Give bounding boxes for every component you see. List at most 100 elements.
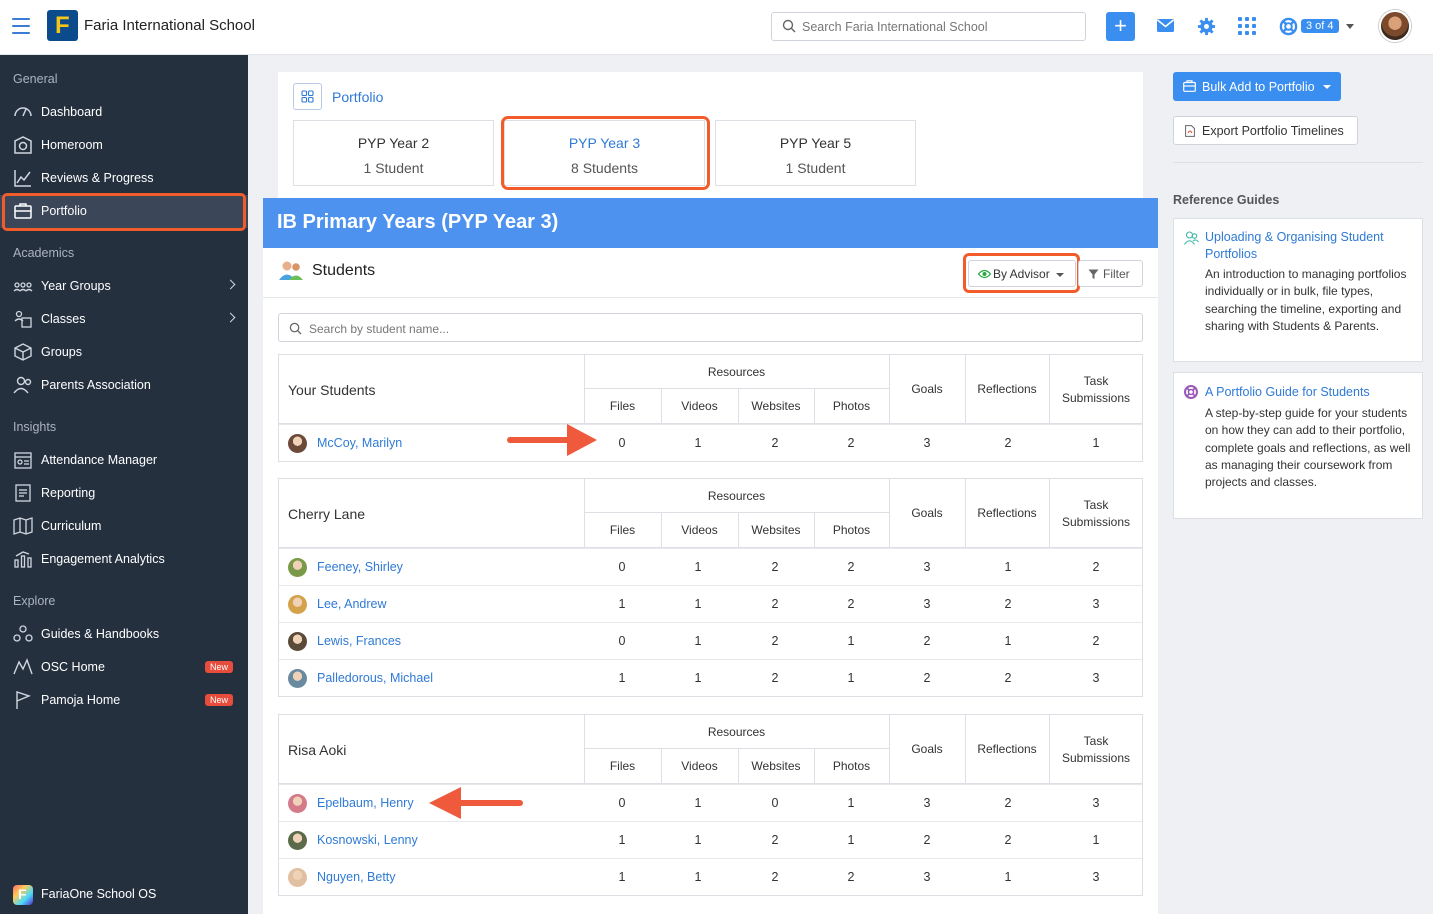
student-name-link[interactable]: Lewis, Frances xyxy=(317,634,401,648)
sidebar-item-reviews-progress[interactable]: Reviews & Progress xyxy=(0,162,248,195)
row-divider xyxy=(584,388,889,389)
value-cell: 2 xyxy=(1092,560,1100,574)
programme-title: IB Primary Years (PYP Year 3) xyxy=(277,211,559,233)
filter-icon xyxy=(1088,269,1099,279)
value-cell: 1 xyxy=(1004,634,1012,648)
sidebar-item-label: Year Groups xyxy=(41,279,111,293)
sidebar-item-label: Groups xyxy=(41,345,82,359)
filter-button[interactable]: Filter xyxy=(1078,260,1143,287)
chevron-right-icon xyxy=(225,312,236,323)
sidebar-item-year-groups[interactable]: Year Groups xyxy=(0,270,248,303)
students-icon xyxy=(279,261,303,280)
files-header: Files xyxy=(609,523,636,537)
sidebar-section-academics: Academics xyxy=(13,246,75,260)
student-name-link[interactable]: Nguyen, Betty xyxy=(317,870,396,884)
value-cell: 2 xyxy=(1004,436,1012,450)
annotation-arrow-left xyxy=(429,787,523,819)
student-name-link[interactable]: Epelbaum, Henry xyxy=(317,796,414,810)
sidebar-item-label: Reviews & Progress xyxy=(41,171,154,185)
value-cell: 0 xyxy=(618,436,626,450)
videos-header: Videos xyxy=(681,399,718,413)
value-cell: 1 xyxy=(1004,560,1012,574)
year-card-pyp-2[interactable]: PYP Year 2 1 Student xyxy=(293,120,494,186)
table-row[interactable]: Lewis, Frances 0 1 2 1 2 1 2 xyxy=(279,622,1142,659)
table-row[interactable]: McCoy, Marilyn 0 1 2 2 3 2 1 xyxy=(279,424,1142,461)
bulk-add-button[interactable]: Bulk Add to Portfolio xyxy=(1173,72,1341,101)
sidebar-item-attendance-manager[interactable]: Attendance Manager xyxy=(0,444,248,477)
value-cell: 2 xyxy=(771,833,779,847)
guide-card-students[interactable]: A Portfolio Guide for Students A step-by… xyxy=(1173,372,1423,519)
hamburger-menu-icon[interactable] xyxy=(12,18,30,34)
sidebar-item-homeroom[interactable]: Homeroom xyxy=(0,129,248,162)
value-cell: 1 xyxy=(1092,833,1100,847)
photos-header: Photos xyxy=(832,399,871,413)
user-avatar[interactable] xyxy=(1379,10,1411,42)
portfolio-title: Portfolio xyxy=(332,89,384,105)
task-header-line: Task xyxy=(1083,734,1109,748)
guide-card-uploading[interactable]: Uploading & Organising Student Portfolio… xyxy=(1173,218,1423,362)
guide-title[interactable]: A Portfolio Guide for Students xyxy=(1205,384,1415,401)
apps-grid-icon[interactable] xyxy=(1238,17,1256,35)
table-row[interactable]: Lee, Andrew 1 1 2 2 3 2 3 xyxy=(279,585,1142,622)
value-cell: 2 xyxy=(771,436,779,450)
faria-logo-icon[interactable] xyxy=(47,10,78,41)
gear-icon[interactable] xyxy=(1197,17,1216,36)
task-submissions-header: Task Submissions xyxy=(1049,733,1143,767)
sidebar-item-curriculum[interactable]: Curriculum xyxy=(0,510,248,543)
sidebar-item-pamoja-home[interactable]: Pamoja Home New xyxy=(0,684,248,717)
global-search-input[interactable]: Search Faria International School xyxy=(771,12,1086,41)
new-badge: New xyxy=(204,694,233,706)
guide-description: An introduction to managing portfolios i… xyxy=(1205,267,1407,333)
student-avatar xyxy=(288,595,307,614)
sidebar-item-guides-handbooks[interactable]: Guides & Handbooks xyxy=(0,618,248,651)
value-cell: 1 xyxy=(1004,870,1012,884)
add-button[interactable]: + xyxy=(1106,12,1135,41)
student-name-link[interactable]: Feeney, Shirley xyxy=(317,560,403,574)
sidebar-item-osc-home[interactable]: OSC Home New xyxy=(0,651,248,684)
task-header-line: Task xyxy=(1083,498,1109,512)
table-row[interactable]: Feeney, Shirley 0 1 2 2 3 1 2 xyxy=(279,548,1142,585)
value-cell: 2 xyxy=(923,671,931,685)
student-name-link[interactable]: Lee, Andrew xyxy=(317,597,387,611)
mail-icon[interactable] xyxy=(1156,17,1175,34)
guide-title[interactable]: Uploading & Organising Student Portfolio… xyxy=(1205,229,1415,263)
sidebar-item-classes[interactable]: Classes xyxy=(0,303,248,336)
websites-header: Websites xyxy=(751,399,801,413)
task-header-line: Submissions xyxy=(1061,391,1131,405)
students-header: Students xyxy=(278,259,375,281)
sidebar-item-label: OSC Home xyxy=(41,660,105,674)
year-card-count: 1 Student xyxy=(363,160,424,176)
value-cell: 2 xyxy=(1092,634,1100,648)
student-avatar xyxy=(288,558,307,577)
count-badge[interactable]: 3 of 4 xyxy=(1301,19,1339,33)
users-icon xyxy=(1184,231,1199,245)
sidebar-item-dashboard[interactable]: Dashboard xyxy=(0,96,248,129)
help-lifebuoy-icon[interactable] xyxy=(1279,17,1298,36)
student-avatar xyxy=(288,669,307,688)
chevron-down-icon[interactable] xyxy=(1346,24,1354,29)
value-cell: 1 xyxy=(847,833,855,847)
table-row[interactable]: Nguyen, Betty 1 1 2 2 3 1 3 xyxy=(279,858,1142,895)
year-card-pyp-5[interactable]: PYP Year 5 1 Student xyxy=(715,120,916,186)
guide-description: A step-by-step guide for your students o… xyxy=(1205,406,1411,490)
sidebar-item-engagement-analytics[interactable]: Engagement Analytics xyxy=(0,543,248,576)
student-name-link[interactable]: Palledorous, Michael xyxy=(317,671,433,685)
student-name-link[interactable]: Kosnowski, Lenny xyxy=(317,833,418,847)
export-timelines-button[interactable]: Export Portfolio Timelines xyxy=(1173,116,1358,145)
pdf-file-icon xyxy=(1185,125,1195,137)
sidebar-item-groups[interactable]: Groups xyxy=(0,336,248,369)
table-row[interactable]: Kosnowski, Lenny 1 1 2 1 2 2 1 xyxy=(279,821,1142,858)
sidebar-item-parents-association[interactable]: Parents Association xyxy=(0,369,248,402)
value-cell: 2 xyxy=(923,833,931,847)
global-search-placeholder: Search Faria International School xyxy=(802,20,988,34)
value-cell: 1 xyxy=(694,833,702,847)
value-cell: 3 xyxy=(1092,796,1100,810)
sidebar-footer[interactable]: FariaOne School OS xyxy=(0,875,248,914)
student-name-link[interactable]: McCoy, Marilyn xyxy=(317,436,402,450)
sidebar-item-reporting[interactable]: Reporting xyxy=(0,477,248,510)
table-row[interactable]: Epelbaum, Henry 0 1 0 1 3 2 3 xyxy=(279,784,1142,821)
table-row[interactable]: Palledorous, Michael 1 1 2 1 2 2 3 xyxy=(279,659,1142,696)
sidebar-section-general: General xyxy=(13,72,58,86)
task-submissions-header: Task Submissions xyxy=(1049,497,1143,531)
student-search-input[interactable]: Search by student name... xyxy=(278,313,1143,342)
